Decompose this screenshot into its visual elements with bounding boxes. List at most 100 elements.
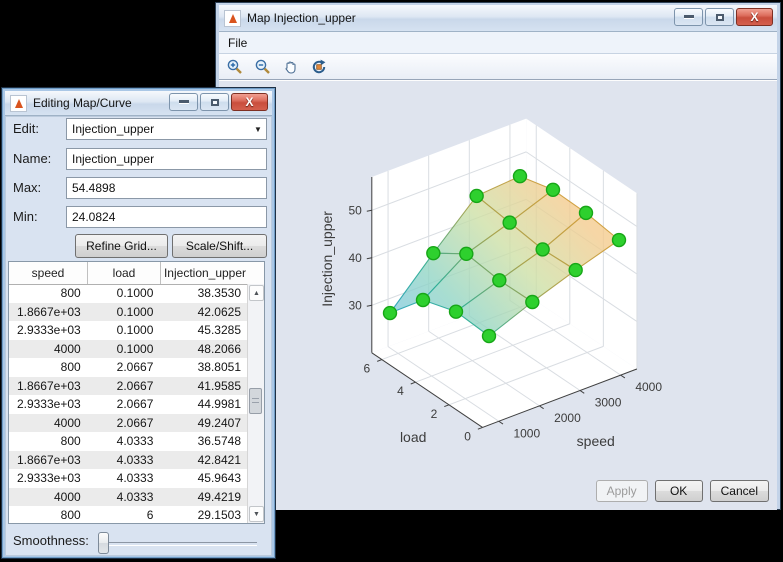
grid-point-marker[interactable] (427, 247, 440, 260)
column-header-injection-upper[interactable]: Injection_upper (161, 262, 249, 284)
table-cell[interactable]: 0.1000 (88, 342, 161, 356)
min-field[interactable] (66, 206, 267, 228)
minimize-button[interactable] (169, 93, 198, 111)
table-cell[interactable]: 4000 (9, 490, 88, 504)
table-cell[interactable]: 1.8667e+03 (9, 453, 88, 467)
table-cell[interactable]: 36.5748 (160, 434, 248, 448)
grid-point-marker[interactable] (526, 296, 539, 309)
edit-titlebar[interactable]: Editing Map/Curve X (5, 91, 272, 116)
column-header-speed[interactable]: speed (9, 262, 88, 284)
apply-button[interactable]: Apply (596, 480, 648, 502)
grid-point-marker[interactable] (449, 305, 462, 318)
table-cell[interactable]: 2.0667 (88, 379, 161, 393)
table-cell[interactable]: 2.9333e+03 (9, 323, 88, 337)
smoothness-slider-thumb[interactable] (98, 532, 109, 554)
vertical-scrollbar[interactable]: ▲ ▼ (247, 284, 264, 523)
grid-point-marker[interactable] (613, 234, 626, 247)
surface-plot[interactable]: 10002000300040000246304050speedloadInjec… (219, 81, 777, 510)
table-cell[interactable]: 42.8421 (160, 453, 248, 467)
grid-point-marker[interactable] (513, 170, 526, 183)
scroll-down-icon[interactable]: ▼ (249, 506, 264, 522)
table-cell[interactable]: 45.3285 (160, 323, 248, 337)
minimize-button[interactable] (674, 8, 703, 26)
table-cell[interactable]: 29.1503 (160, 508, 248, 522)
table-cell[interactable]: 38.8051 (160, 360, 248, 374)
table-cell[interactable]: 4.0333 (88, 453, 161, 467)
grid-point-marker[interactable] (503, 216, 516, 229)
table-cell[interactable]: 45.9643 (160, 471, 248, 485)
scrollbar-thumb[interactable] (249, 388, 262, 414)
pan-hand-icon[interactable] (280, 56, 302, 77)
table-cell[interactable]: 0.1000 (88, 323, 161, 337)
table-row[interactable]: 8004.033336.5748 (9, 432, 248, 451)
table-cell[interactable]: 2.9333e+03 (9, 471, 88, 485)
close-button[interactable]: X (231, 93, 268, 111)
refine-grid-button[interactable]: Refine Grid... (75, 234, 168, 258)
rotate-3d-icon[interactable] (308, 56, 330, 77)
table-cell[interactable]: 800 (9, 286, 88, 300)
close-button[interactable]: X (736, 8, 773, 26)
table-cell[interactable]: 2.0667 (88, 397, 161, 411)
maximize-button[interactable] (200, 93, 229, 111)
table-cell[interactable]: 800 (9, 508, 88, 522)
table-cell[interactable]: 42.0625 (160, 305, 248, 319)
table-row[interactable]: 1.8667e+030.100042.0625 (9, 303, 248, 322)
table-cell[interactable]: 49.2407 (160, 416, 248, 430)
edit-map-combobox[interactable]: Injection_upper ▼ (66, 118, 267, 140)
grid-point-marker[interactable] (383, 307, 396, 320)
table-row[interactable]: 1.8667e+034.033342.8421 (9, 451, 248, 470)
table-cell[interactable]: 49.4219 (160, 490, 248, 504)
table-row[interactable]: 8002.066738.8051 (9, 358, 248, 377)
table-cell[interactable]: 2.0667 (88, 416, 161, 430)
table-row[interactable]: 800629.1503 (9, 506, 248, 523)
table-cell[interactable]: 2.9333e+03 (9, 397, 88, 411)
grid-point-marker[interactable] (483, 330, 496, 343)
zoom-out-icon[interactable] (252, 56, 274, 77)
table-row[interactable]: 2.9333e+034.033345.9643 (9, 469, 248, 488)
table-cell[interactable]: 4000 (9, 342, 88, 356)
table-cell[interactable]: 4.0333 (88, 490, 161, 504)
restore-button[interactable] (705, 8, 734, 26)
ok-button[interactable]: OK (655, 480, 703, 502)
grid-point-marker[interactable] (460, 247, 473, 260)
table-cell[interactable]: 44.9981 (160, 397, 248, 411)
column-header-load[interactable]: load (88, 262, 161, 284)
grid-point-marker[interactable] (579, 206, 592, 219)
table-cell[interactable]: 1.8667e+03 (9, 305, 88, 319)
table-row[interactable]: 40000.100048.2066 (9, 340, 248, 359)
grid-point-marker[interactable] (536, 243, 549, 256)
table-row[interactable]: 40002.066749.2407 (9, 414, 248, 433)
table-cell[interactable]: 800 (9, 360, 88, 374)
chevron-down-icon[interactable]: ▼ (250, 125, 266, 134)
cancel-button[interactable]: Cancel (710, 480, 769, 502)
table-cell[interactable]: 48.2066 (160, 342, 248, 356)
table-cell[interactable]: 41.9585 (160, 379, 248, 393)
name-field[interactable] (66, 148, 267, 170)
table-row[interactable]: 2.9333e+030.100045.3285 (9, 321, 248, 340)
table-cell[interactable]: 1.8667e+03 (9, 379, 88, 393)
table-cell[interactable]: 38.3530 (160, 286, 248, 300)
map-titlebar[interactable]: Map Injection_upper X (219, 5, 777, 32)
grid-point-marker[interactable] (470, 189, 483, 202)
table-row[interactable]: 2.9333e+032.066744.9981 (9, 395, 248, 414)
table-cell[interactable]: 800 (9, 434, 88, 448)
table-cell[interactable]: 0.1000 (88, 286, 161, 300)
table-row[interactable]: 1.8667e+032.066741.9585 (9, 377, 248, 396)
table-cell[interactable]: 4.0333 (88, 434, 161, 448)
table-cell[interactable]: 4.0333 (88, 471, 161, 485)
zoom-in-icon[interactable] (224, 56, 246, 77)
table-cell[interactable]: 6 (88, 508, 161, 522)
menu-file[interactable]: File (219, 34, 256, 52)
table-row[interactable]: 40004.033349.4219 (9, 488, 248, 507)
grid-point-marker[interactable] (416, 294, 429, 307)
grid-point-marker[interactable] (569, 264, 582, 277)
max-field[interactable] (66, 177, 267, 199)
table-cell[interactable]: 0.1000 (88, 305, 161, 319)
scale-shift-button[interactable]: Scale/Shift... (172, 234, 267, 258)
grid-point-marker[interactable] (546, 183, 559, 196)
scroll-up-icon[interactable]: ▲ (249, 285, 264, 301)
table-row[interactable]: 8000.100038.3530 (9, 284, 248, 303)
table-cell[interactable]: 4000 (9, 416, 88, 430)
smoothness-slider-track[interactable] (101, 542, 257, 546)
table-cell[interactable]: 2.0667 (88, 360, 161, 374)
